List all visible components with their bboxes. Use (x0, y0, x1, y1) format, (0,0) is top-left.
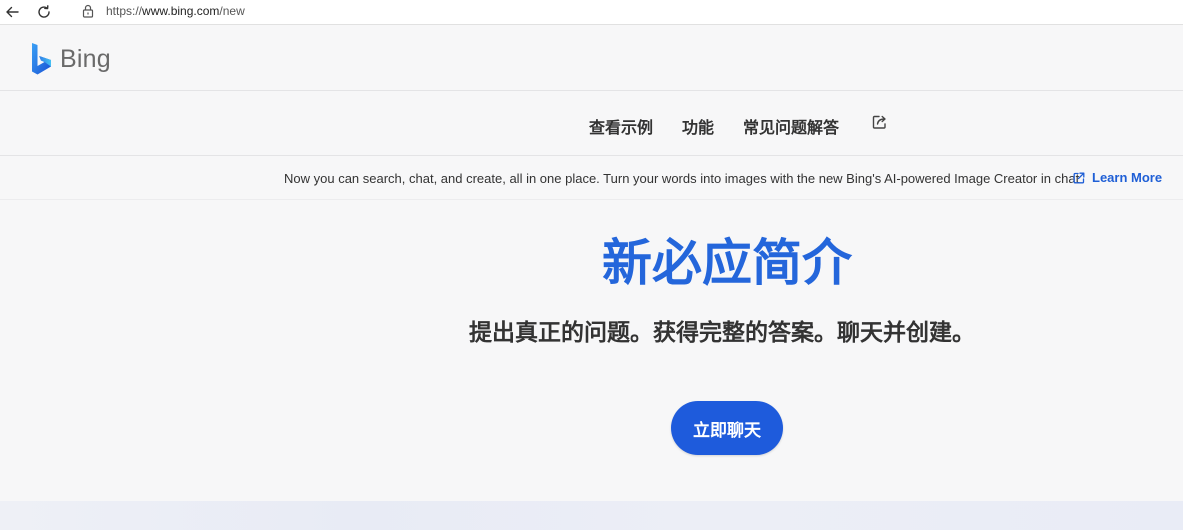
url-path: /new (219, 4, 245, 18)
announcement-bar: Now you can search, chat, and create, al… (0, 156, 1183, 199)
hero-subtitle: 提出真正的问题。获得完整的答案。聊天并创建。 (469, 320, 975, 346)
header: Bing (0, 25, 1183, 89)
url-host: www.bing.com (142, 4, 220, 18)
learn-more-link[interactable]: Learn More (1073, 170, 1162, 185)
url-text[interactable]: https://www.bing.com/new (106, 4, 245, 18)
address-bar[interactable]: https://www.bing.com/new (70, 0, 1183, 22)
bottom-background-band (0, 501, 1183, 530)
nav-item-faq[interactable]: 常见问题解答 (743, 114, 839, 138)
hero-title: 新必应简介 (602, 234, 852, 292)
lock-icon[interactable] (80, 3, 96, 19)
share-icon (872, 115, 886, 129)
back-button[interactable] (0, 0, 24, 24)
logo-text: Bing (60, 44, 111, 73)
share-button[interactable] (871, 113, 891, 133)
external-link-icon (1073, 172, 1085, 183)
url-scheme: https:// (106, 4, 143, 18)
arrow-left-icon (6, 6, 19, 18)
top-nav: 查看示例 功能 常见问题解答 (0, 91, 1183, 155)
nav-item-features[interactable]: 功能 (682, 114, 714, 138)
learn-more-label: Learn More (1092, 170, 1163, 185)
announcement-divider (0, 199, 1183, 200)
browser-toolbar: https://www.bing.com/new (0, 0, 1183, 25)
bing-logo-icon (32, 43, 51, 75)
nav-item-examples[interactable]: 查看示例 (589, 114, 653, 138)
reload-button[interactable] (32, 0, 56, 24)
announcement-text: Now you can search, chat, and create, al… (284, 171, 1080, 186)
chat-now-button[interactable]: 立即聊天 (671, 401, 783, 455)
bing-logo[interactable]: Bing (30, 42, 111, 76)
reload-icon (38, 5, 50, 18)
